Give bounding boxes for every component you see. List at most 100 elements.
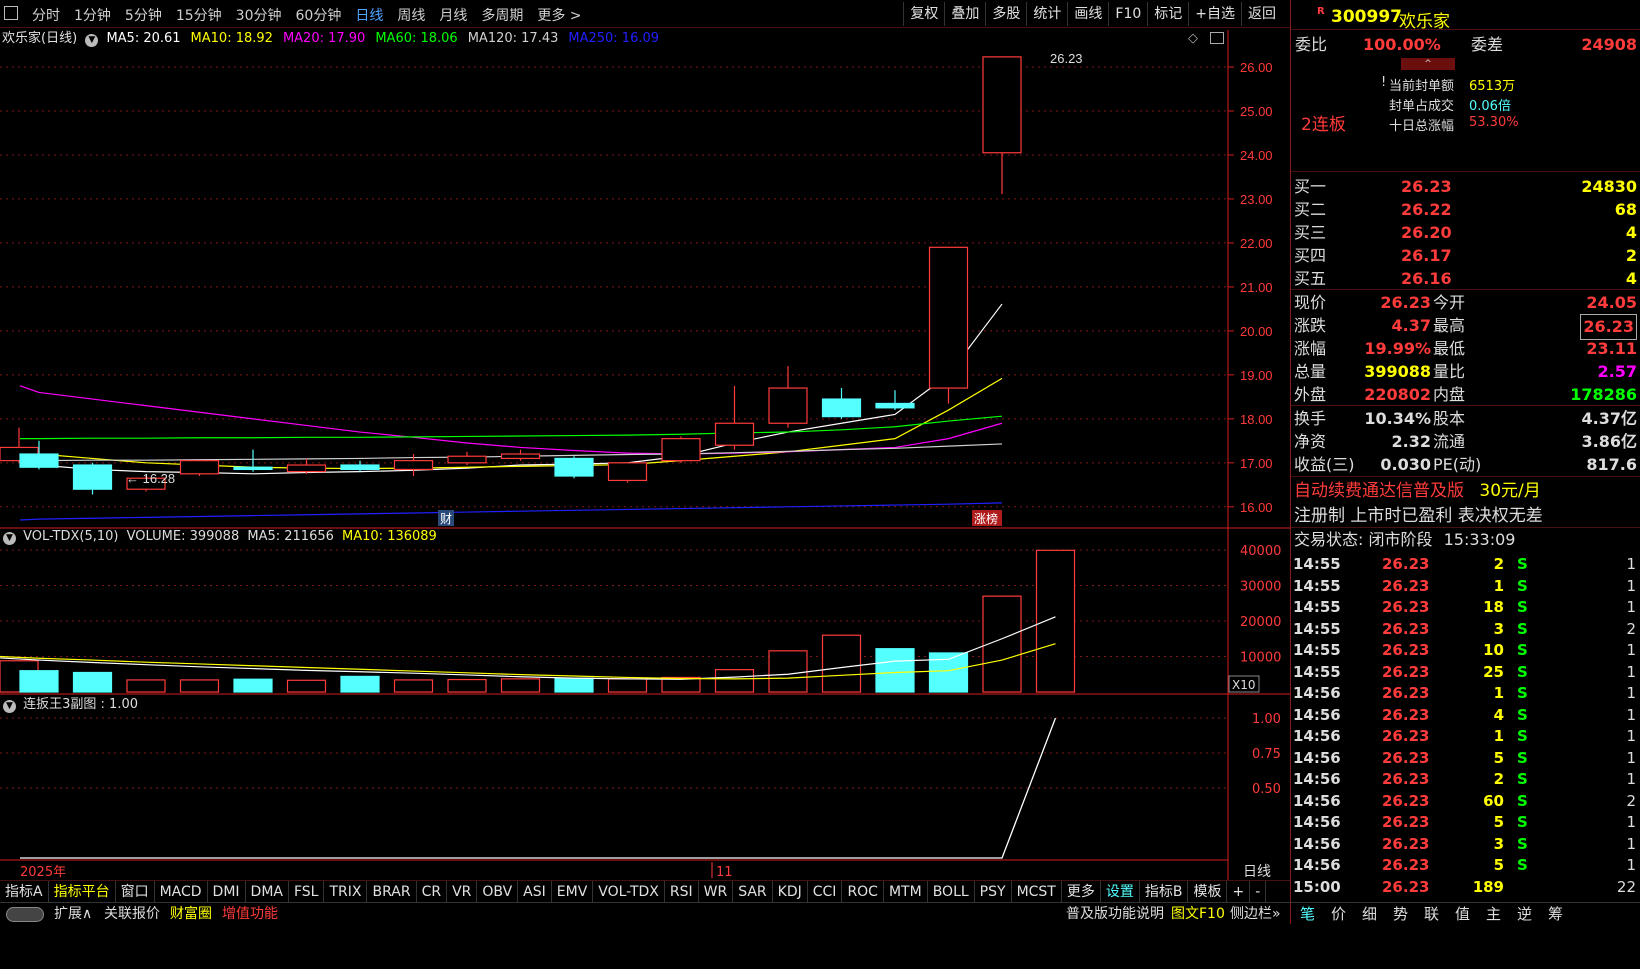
indicator-tab[interactable]: 设置 (1101, 881, 1140, 902)
stat-value: 2.32 (1391, 432, 1431, 451)
tick-time: 14:56 (1293, 684, 1341, 702)
indicator-tab[interactable]: RSI (665, 881, 699, 902)
stock-code: 300997 (1331, 7, 1402, 27)
indicator-tab[interactable]: + (1227, 881, 1251, 902)
indicator-tab[interactable]: ASI (518, 881, 552, 902)
bottom-bar: 扩展∧ 关联报价 财富圈 增值功能 普及版功能说明 图文F10 侧边栏» (0, 902, 1290, 924)
right-panel-tab[interactable]: 联 (1424, 903, 1439, 925)
indicator-tab[interactable]: 指标B (1140, 881, 1189, 902)
stat-label: 内盘 (1433, 385, 1466, 404)
stat-value: 10.34% (1364, 409, 1431, 428)
toggle-switch[interactable] (6, 907, 44, 922)
indicator-tab[interactable]: 更多 (1062, 881, 1101, 902)
tick-count: 1 (1626, 576, 1636, 595)
expand-button[interactable]: 扩展∧ (54, 903, 92, 925)
indicator-tab[interactable]: DMA (246, 881, 289, 902)
right-panel-tab[interactable]: 细 (1362, 903, 1377, 925)
chevron-down-icon[interactable]: ▼ (3, 532, 16, 545)
weibi-label: 委比 (1295, 35, 1328, 54)
ad-banner-1[interactable]: 自动续费通达信普及版 30元/月 (1291, 479, 1640, 503)
tick-volume: 18 (1483, 598, 1504, 616)
indicator-tab[interactable]: 指标平台 (49, 881, 116, 902)
right-panel-tab[interactable]: 笔 (1300, 903, 1315, 925)
seal-box: 2连板 ! 当前封单额 6513万 封单占成交 0.06倍 十日总涨幅 53.3… (1291, 70, 1640, 172)
right-panel-tab[interactable]: 值 (1455, 903, 1470, 925)
tick-row: 14:56 26.23 2 S 1 (1290, 768, 1640, 790)
tick-volume: 2 (1493, 770, 1504, 788)
indicator-tab[interactable]: EMV (552, 881, 594, 902)
right-panel-tab[interactable]: 价 (1331, 903, 1346, 925)
indicator-tab[interactable]: OBV (477, 881, 519, 902)
candle-body (714, 422, 755, 446)
order-volume: 68 (1614, 200, 1637, 219)
price-tick-label: 16.00 (1240, 500, 1273, 515)
related-quote-button[interactable]: 关联报价 (104, 903, 160, 925)
order-book-row: 买二 26.22 68 (1291, 198, 1640, 222)
indicator-tab[interactable]: SAR (733, 881, 773, 902)
candle-body (875, 402, 915, 409)
indicator-tab[interactable]: CR (417, 881, 448, 902)
indicator-tab[interactable]: CCI (808, 881, 843, 902)
indicator-tab[interactable]: PSY (975, 881, 1012, 902)
stat-label: 收益(三) (1294, 455, 1355, 474)
stat-value: 26.23 (1380, 293, 1431, 312)
kline-chart[interactable]: 26.00 25.00 24.00 23.00 22.00 21.00 20.00 19.00… (0, 0, 1290, 880)
tick-time: 14:55 (1293, 641, 1341, 659)
tick-volume: 189 (1472, 877, 1504, 896)
indicator-tab[interactable]: VR (447, 881, 478, 902)
indicator-tab[interactable]: FSL (289, 881, 325, 902)
ad-banner-2[interactable]: 注册制 上市时已盈利 表决权无差 (1291, 504, 1640, 528)
indicator-tab[interactable]: 模板 (1188, 881, 1228, 902)
tick-row: 14:55 26.23 25 S 1 (1290, 661, 1640, 683)
tick-count: 1 (1626, 813, 1636, 831)
tuwen-f10-button[interactable]: 图文F10 (1171, 903, 1225, 925)
weicha-value: 24908 (1581, 35, 1637, 54)
sidebar-button[interactable]: 侧边栏» (1230, 903, 1281, 925)
indicator-tab[interactable]: MACD (155, 881, 208, 902)
right-panel-tab[interactable]: 逆 (1517, 903, 1532, 925)
order-label: 买二 (1294, 200, 1327, 219)
order-book-row: 买三 26.20 4 (1291, 221, 1640, 245)
tick-volume: 3 (1493, 619, 1504, 638)
indicator-tab[interactable]: MTM (884, 881, 928, 902)
indicator-tab[interactable]: BRAR (367, 881, 417, 902)
indicator-tab[interactable]: VOL-TDX (593, 881, 665, 902)
zengzhi-button[interactable]: 增值功能 (222, 903, 278, 925)
trade-status-label: 交易状态: 闭市阶段 (1294, 530, 1433, 549)
tick-time: 14:56 (1293, 748, 1341, 767)
indicator-tab[interactable]: - (1250, 881, 1267, 902)
indicator-tab[interactable]: TRIX (324, 881, 368, 902)
stat-value: 220802 (1364, 385, 1431, 404)
indicator-tab[interactable]: ROC (842, 881, 884, 902)
price-tick-label: 20.00 (1240, 324, 1273, 339)
indicator-tab[interactable]: WR (699, 881, 734, 902)
chevron-down-icon[interactable]: ▼ (3, 700, 16, 713)
tick-time: 14:55 (1293, 576, 1341, 595)
stat-value: 178286 (1570, 385, 1637, 404)
order-volume: 4 (1625, 223, 1637, 242)
indicator-tab[interactable]: 指标A (0, 881, 49, 902)
volume-bar (554, 677, 594, 693)
indicator-tab[interactable]: 窗口 (116, 881, 155, 902)
price-tick-label: 22.00 (1240, 236, 1273, 251)
ma-line-ma5 (19, 303, 1003, 475)
indicator-tab[interactable]: BOLL (928, 881, 975, 902)
tick-price: 26.23 (1382, 856, 1430, 874)
order-book: 买一 26.23 24830 买二 26.22 68 买三 26.20 4 买四 26.17 2 买五 2… (1291, 175, 1640, 290)
collapse-button[interactable]: ^ (1401, 58, 1455, 70)
order-volume: 24830 (1581, 177, 1637, 196)
indicator-tab[interactable]: KDJ (773, 881, 808, 902)
right-panel-tab[interactable]: 主 (1486, 903, 1501, 925)
tick-count: 1 (1626, 684, 1636, 702)
caifu-button[interactable]: 财富圈 (170, 903, 212, 925)
ind-legend: ▼ 连扳王3副图 : 1.00 (0, 697, 138, 713)
version-info-button[interactable]: 普及版功能说明 (1066, 903, 1164, 925)
indicator-tab[interactable]: MCST (1012, 881, 1062, 902)
vol-ma5: MA5: 211656 (247, 529, 334, 544)
weibi-value: 100.00% (1363, 35, 1441, 54)
indicator-tab[interactable]: DMI (208, 881, 246, 902)
right-panel-tab[interactable]: 势 (1393, 903, 1408, 925)
price-tick-label: 26.00 (1240, 60, 1273, 75)
seal-ratio-label: 封单占成交 (1389, 99, 1455, 114)
right-panel-tab[interactable]: 筹 (1548, 903, 1563, 925)
